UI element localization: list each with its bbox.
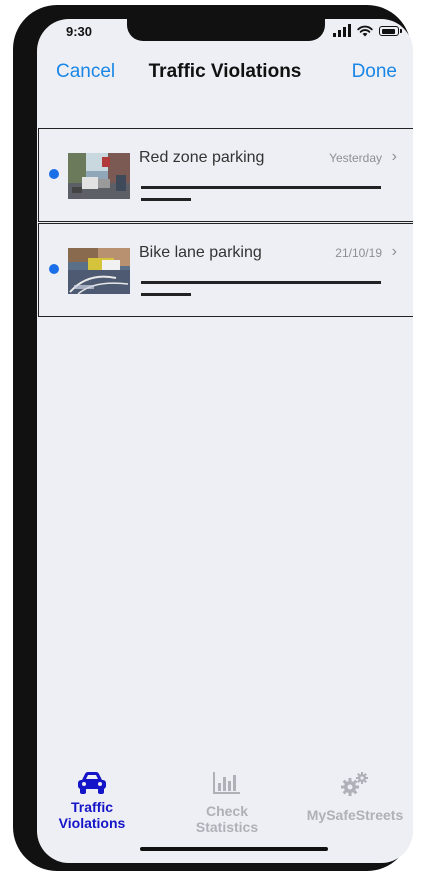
tab-check-statistics[interactable]: Check Statistics <box>167 771 287 835</box>
gears-icon <box>341 772 368 796</box>
tab-label: Traffic Violations <box>58 799 126 831</box>
list-item[interactable]: Red zone parking Yesterday › <box>38 128 413 222</box>
unread-indicator <box>49 264 59 274</box>
status-icons <box>333 23 402 37</box>
car-icon <box>78 772 106 794</box>
description-line <box>141 186 381 189</box>
violation-title: Red zone parking <box>139 149 265 166</box>
signal-icon <box>333 24 351 37</box>
description-line <box>141 281 381 284</box>
tab-label: MySafeStreets <box>306 807 404 823</box>
wifi-icon <box>357 25 373 37</box>
unread-indicator <box>49 169 59 179</box>
list-item[interactable]: Bike lane parking 21/10/19 › <box>38 223 413 317</box>
chevron-right-icon: › <box>391 243 397 260</box>
done-button[interactable]: Done <box>352 61 397 83</box>
battery-icon <box>379 26 402 36</box>
screen: 9:30 Traffic Violations Cancel Done Red … <box>37 19 413 863</box>
status-time: 9:30 <box>66 24 93 39</box>
violation-date: 21/10/19 <box>335 246 382 260</box>
violation-thumbnail <box>68 248 130 294</box>
description-line-short <box>141 198 191 201</box>
violation-thumbnail <box>68 153 130 199</box>
home-indicator <box>140 847 328 851</box>
bar-chart-icon <box>213 772 240 794</box>
chevron-right-icon: › <box>391 148 397 165</box>
violations-list: Red zone parking Yesterday › Bike lane p… <box>38 128 413 317</box>
tab-label: Check Statistics <box>195 803 259 835</box>
cancel-button[interactable]: Cancel <box>56 61 115 83</box>
tab-mysafestreets[interactable]: MySafeStreets <box>295 771 413 823</box>
notch <box>127 19 325 41</box>
phone-frame: 9:30 Traffic Violations Cancel Done Red … <box>13 5 413 871</box>
violation-date: Yesterday <box>329 151 382 165</box>
description-line-short <box>141 293 191 296</box>
tab-traffic-violations[interactable]: Traffic Violations <box>37 771 152 831</box>
violation-title: Bike lane parking <box>139 244 262 261</box>
